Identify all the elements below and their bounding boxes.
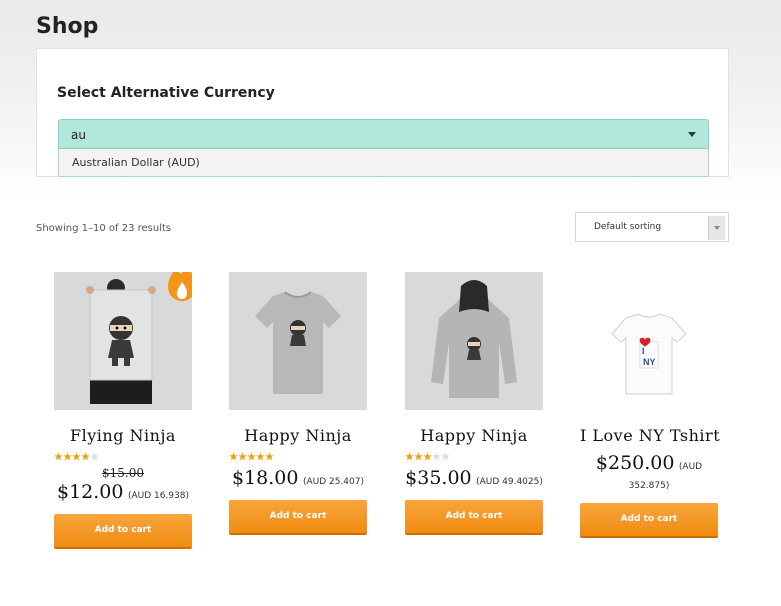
product-title[interactable]: I Love NY Tshirt [580, 426, 720, 445]
star-icon [54, 452, 63, 461]
currency-select[interactable] [58, 119, 709, 149]
star-icon [441, 452, 450, 461]
star-rating [54, 452, 192, 462]
star-icon [432, 452, 441, 461]
product-title[interactable]: Happy Ninja [405, 426, 543, 445]
star-icon [423, 452, 432, 461]
price-line: $250.00 (AUD 352.875) [580, 452, 718, 493]
chevron-down-icon[interactable] [688, 132, 696, 137]
star-icon [90, 452, 99, 461]
alt-currency-price: (AUD 49.4025) [476, 477, 543, 487]
currency-option-aud[interactable]: Australian Dollar (AUD) [58, 149, 709, 177]
star-icon [247, 452, 256, 461]
regular-price: $15.00 [102, 466, 144, 480]
alt-currency-price: (AUD 16.938) [127, 491, 189, 501]
result-count: Showing 1–10 of 23 results [36, 223, 172, 234]
product-card: Flying Ninja $15.00 $12.00 (AUD 16.938) … [54, 272, 192, 572]
star-icon [265, 452, 274, 461]
add-to-cart-button[interactable]: Add to cart [580, 503, 718, 539]
fire-icon [168, 272, 192, 301]
star-icon [63, 452, 72, 461]
product-card: Happy Ninja $18.00 (AUD 25.407) Add to c… [229, 272, 367, 572]
product-image-hoodie[interactable] [405, 272, 543, 410]
product-card: I NY I Love NY Tshirt $250.00 (AUD 352.8… [580, 272, 720, 572]
sorting-select[interactable]: Default sorting [575, 212, 729, 242]
svg-text:I: I [642, 346, 645, 356]
price: $18.00 [232, 467, 299, 489]
add-to-cart-button[interactable]: Add to cart [54, 513, 192, 549]
add-to-cart-button[interactable]: Add to cart [229, 499, 367, 535]
star-icon [72, 452, 81, 461]
product-image-tshirt[interactable] [229, 272, 367, 410]
currency-panel: Select Alternative Currency Australian D… [36, 48, 729, 177]
product-title[interactable]: Flying Ninja [54, 426, 192, 445]
currency-search-input[interactable] [71, 127, 651, 143]
star-icon [414, 452, 423, 461]
sorting-label: Default sorting [594, 222, 662, 232]
star-rating [405, 452, 543, 462]
price-line: $35.00 (AUD 49.4025) [405, 467, 543, 490]
price: $35.00 [405, 467, 472, 489]
star-icon [256, 452, 265, 461]
product-image-poster[interactable] [54, 272, 192, 410]
product-image-ny-tshirt[interactable]: I NY [580, 272, 718, 410]
price: $250.00 [595, 452, 675, 474]
star-icon [81, 452, 90, 461]
star-icon [405, 452, 414, 461]
sale-price: $12.00 [57, 481, 124, 503]
product-title[interactable]: Happy Ninja [229, 426, 367, 445]
star-icon [229, 452, 238, 461]
alt-currency-price: (AUD 25.407) [302, 477, 364, 487]
currency-label: Select Alternative Currency [57, 85, 275, 101]
chevron-down-icon[interactable] [708, 216, 725, 240]
star-icon [238, 452, 247, 461]
price-line: $18.00 (AUD 25.407) [229, 467, 367, 490]
add-to-cart-button[interactable]: Add to cart [405, 499, 543, 535]
star-rating [229, 452, 367, 462]
price-line: $12.00 (AUD 16.938) [54, 481, 192, 504]
page-title: Shop [36, 14, 99, 39]
product-card: Happy Ninja $35.00 (AUD 49.4025) Add to … [405, 272, 543, 572]
svg-text:NY: NY [643, 357, 656, 367]
